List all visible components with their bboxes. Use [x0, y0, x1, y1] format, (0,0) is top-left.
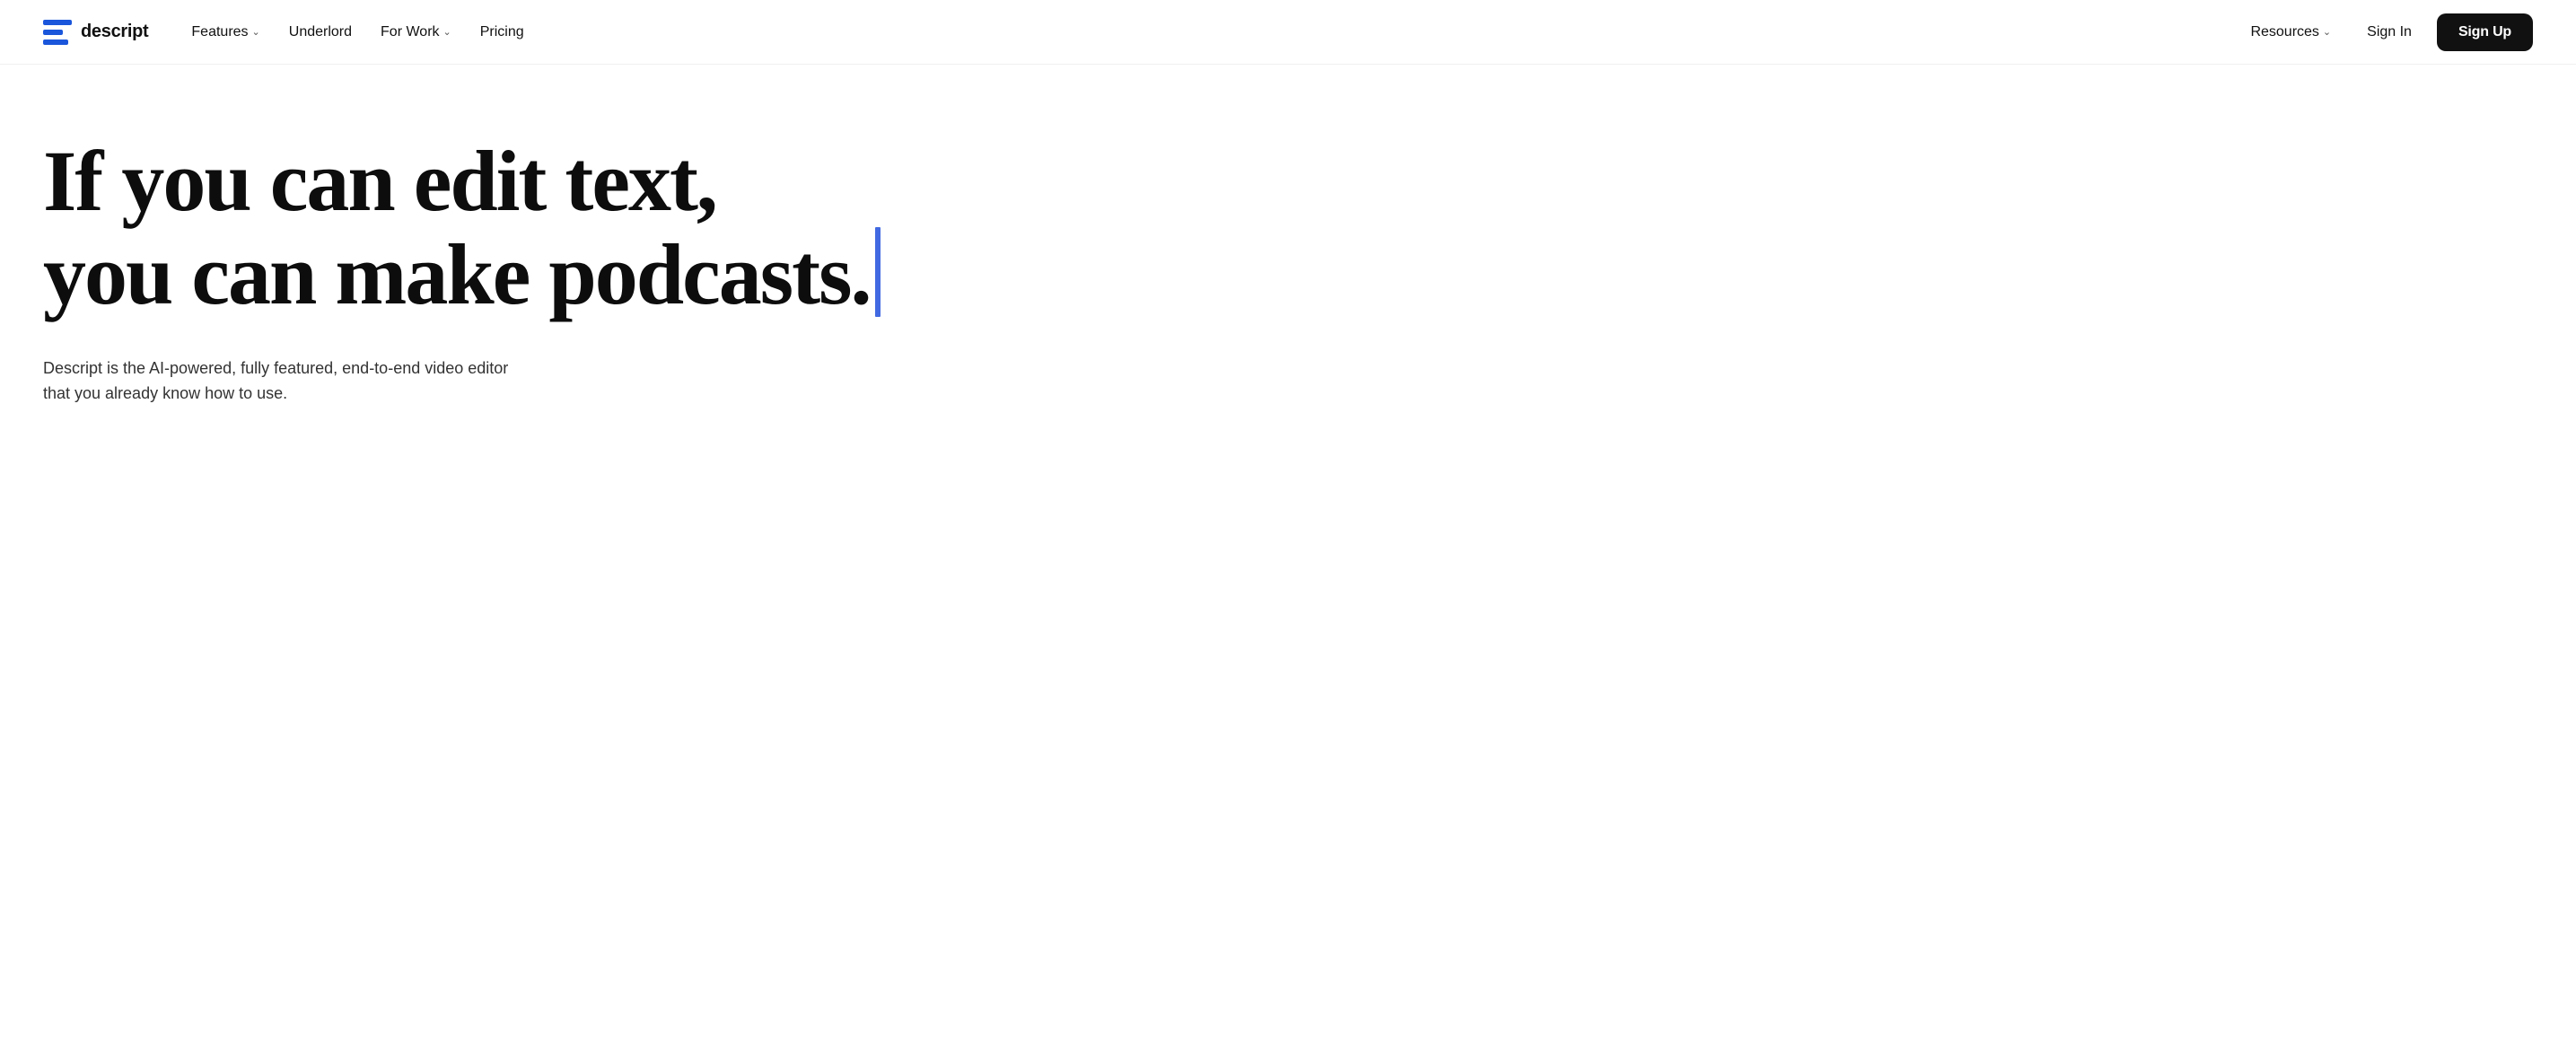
text-cursor [875, 227, 881, 317]
nav-left: descript Features ⌄ Underlord For Work ⌄… [43, 17, 535, 48]
nav-right: Resources ⌄ Sign In Sign Up [2239, 13, 2533, 51]
nav-pricing[interactable]: Pricing [469, 17, 535, 48]
nav-resources[interactable]: Resources ⌄ [2239, 17, 2342, 48]
for-work-chevron-icon: ⌄ [443, 26, 451, 38]
nav-underlord[interactable]: Underlord [278, 17, 363, 48]
headline-line-2: you can make podcasts. [43, 227, 1214, 321]
hero-headline: If you can edit text, you can make podca… [43, 136, 1214, 321]
hero-section: If you can edit text, you can make podca… [0, 65, 1257, 461]
features-chevron-icon: ⌄ [252, 26, 260, 38]
resources-chevron-icon: ⌄ [2323, 26, 2331, 38]
nav-features[interactable]: Features ⌄ [180, 17, 270, 48]
descript-logo-icon [43, 20, 72, 45]
logo-text: descript [81, 22, 148, 42]
signup-button[interactable]: Sign Up [2437, 13, 2533, 51]
hero-subtext: Descript is the AI-powered, fully featur… [43, 356, 528, 407]
main-nav: descript Features ⌄ Underlord For Work ⌄… [0, 0, 2576, 65]
nav-links: Features ⌄ Underlord For Work ⌄ Pricing [180, 17, 534, 48]
nav-for-work[interactable]: For Work ⌄ [370, 17, 462, 48]
signin-button[interactable]: Sign In [2349, 15, 2430, 49]
logo[interactable]: descript [43, 20, 148, 45]
headline-line-1: If you can edit text, [43, 136, 1214, 227]
